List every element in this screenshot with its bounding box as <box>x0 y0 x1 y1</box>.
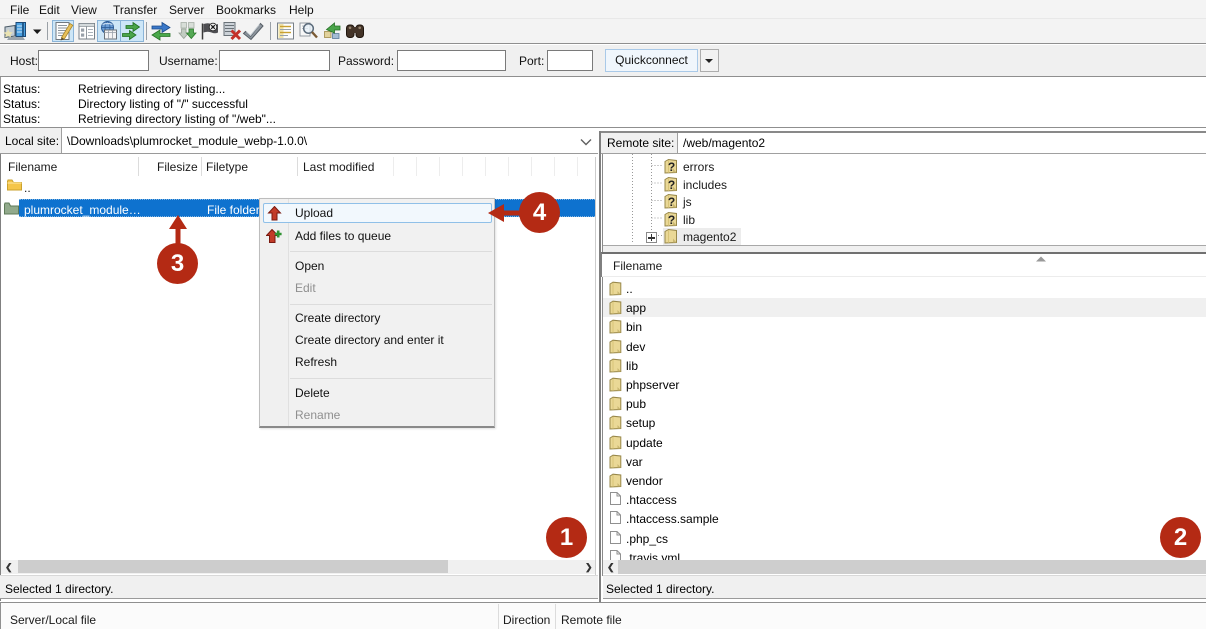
svg-text:?: ? <box>668 195 675 209</box>
svg-text:?: ? <box>668 212 675 226</box>
svg-text:?: ? <box>668 160 675 174</box>
svg-text:?: ? <box>668 177 675 191</box>
